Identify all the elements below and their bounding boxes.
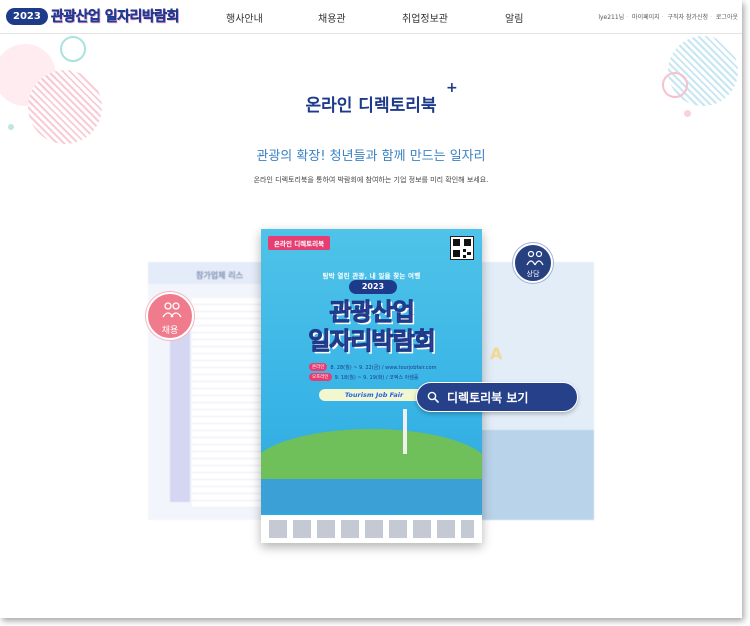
offline-pill: 오프라인 [309,373,332,381]
logout-link[interactable]: 로그아웃 [716,14,738,21]
poster-offline-info: 오프라인 9. 18(월) ~ 9. 19(화) / 코엑스 아셈홀 [309,373,418,381]
offline-text: 9. 18(월) ~ 9. 19(화) / 코엑스 아셈홀 [334,374,419,381]
site-logo[interactable]: 2023 관광산업 일자리박람회 [6,6,180,26]
online-text: 8. 28(월) ~ 9. 22(금) / www.tourjobfair.co… [330,364,437,371]
nav-item-recruitment-hall[interactable]: 채용관 [318,10,346,25]
page-description: 온라인 디렉토리북을 통하여 박람회에 참여하는 기업 정보를 미리 확인해 보… [253,176,489,184]
magnifier-icon [427,391,439,403]
people-icon [162,302,182,318]
poster-title-line2: 일자리박람회 [308,327,436,356]
qr-code-icon [450,236,474,260]
online-pill: 온라인 [309,363,328,371]
page-title: 온라인 디렉토리북 [305,96,437,116]
poster-sponsor-logos [261,515,482,543]
poster-tagline: 탐박 열린 관광, 내 일을 찾는 여행 [322,272,421,280]
logo-title: 관광산업 일자리박람회 [50,9,180,25]
mypage-link[interactable]: 마이페이지 [632,14,660,21]
hire-badge-label: 채용 [161,326,179,336]
nav-item-notice[interactable]: 알림 [505,10,523,25]
user-name-link[interactable]: lye211님 [598,14,624,21]
view-directory-label: 디렉토리북 보기 [447,390,529,405]
view-directory-button[interactable]: 디렉토리북 보기 [416,382,578,412]
preview-letter: A [490,344,503,363]
poster-illustration-sea [261,479,482,513]
utility-links: lye211님 · 마이페이지 · 구직자 참가신청 · 로그아웃 [598,14,738,21]
page-subtitle: 관광의 확장! 청년들과 함께 만드는 일자리 [256,149,486,164]
logo-year: 2023 [6,7,48,25]
poster-tag: 온라인 디렉토리북 [268,236,331,250]
nav-item-job-info-hall[interactable]: 취업정보관 [402,10,448,25]
jobseeker-apply-link[interactable]: 구직자 참가신청 [668,14,709,21]
decor-ring [60,36,86,62]
tower-icon [403,409,407,454]
preview-rows [192,298,270,508]
consultation-icon [526,250,544,266]
consult-badge: 상담 [513,243,553,283]
hire-badge: 채용 [146,292,194,340]
page: 2023 관광산업 일자리박람회 행사안내 채용관 취업정보관 알림 lye21… [0,0,742,618]
decor-dot [8,124,14,130]
preview-title: 참가업체 리스 [196,271,243,280]
consult-badge-label: 상담 [526,270,540,278]
sponsor-logos [269,520,474,538]
poster-band: Tourism Job Fair [319,389,429,401]
plus-icon: + [446,80,458,96]
site-header: 2023 관광산업 일자리박람회 행사안내 채용관 취업정보관 알림 lye21… [0,0,742,34]
preview-illustration [470,430,594,520]
nav-item-event-info[interactable]: 행사안내 [226,10,263,25]
poster-online-info: 온라인 8. 28(월) ~ 9. 22(금) / www.tourjobfai… [309,363,436,371]
